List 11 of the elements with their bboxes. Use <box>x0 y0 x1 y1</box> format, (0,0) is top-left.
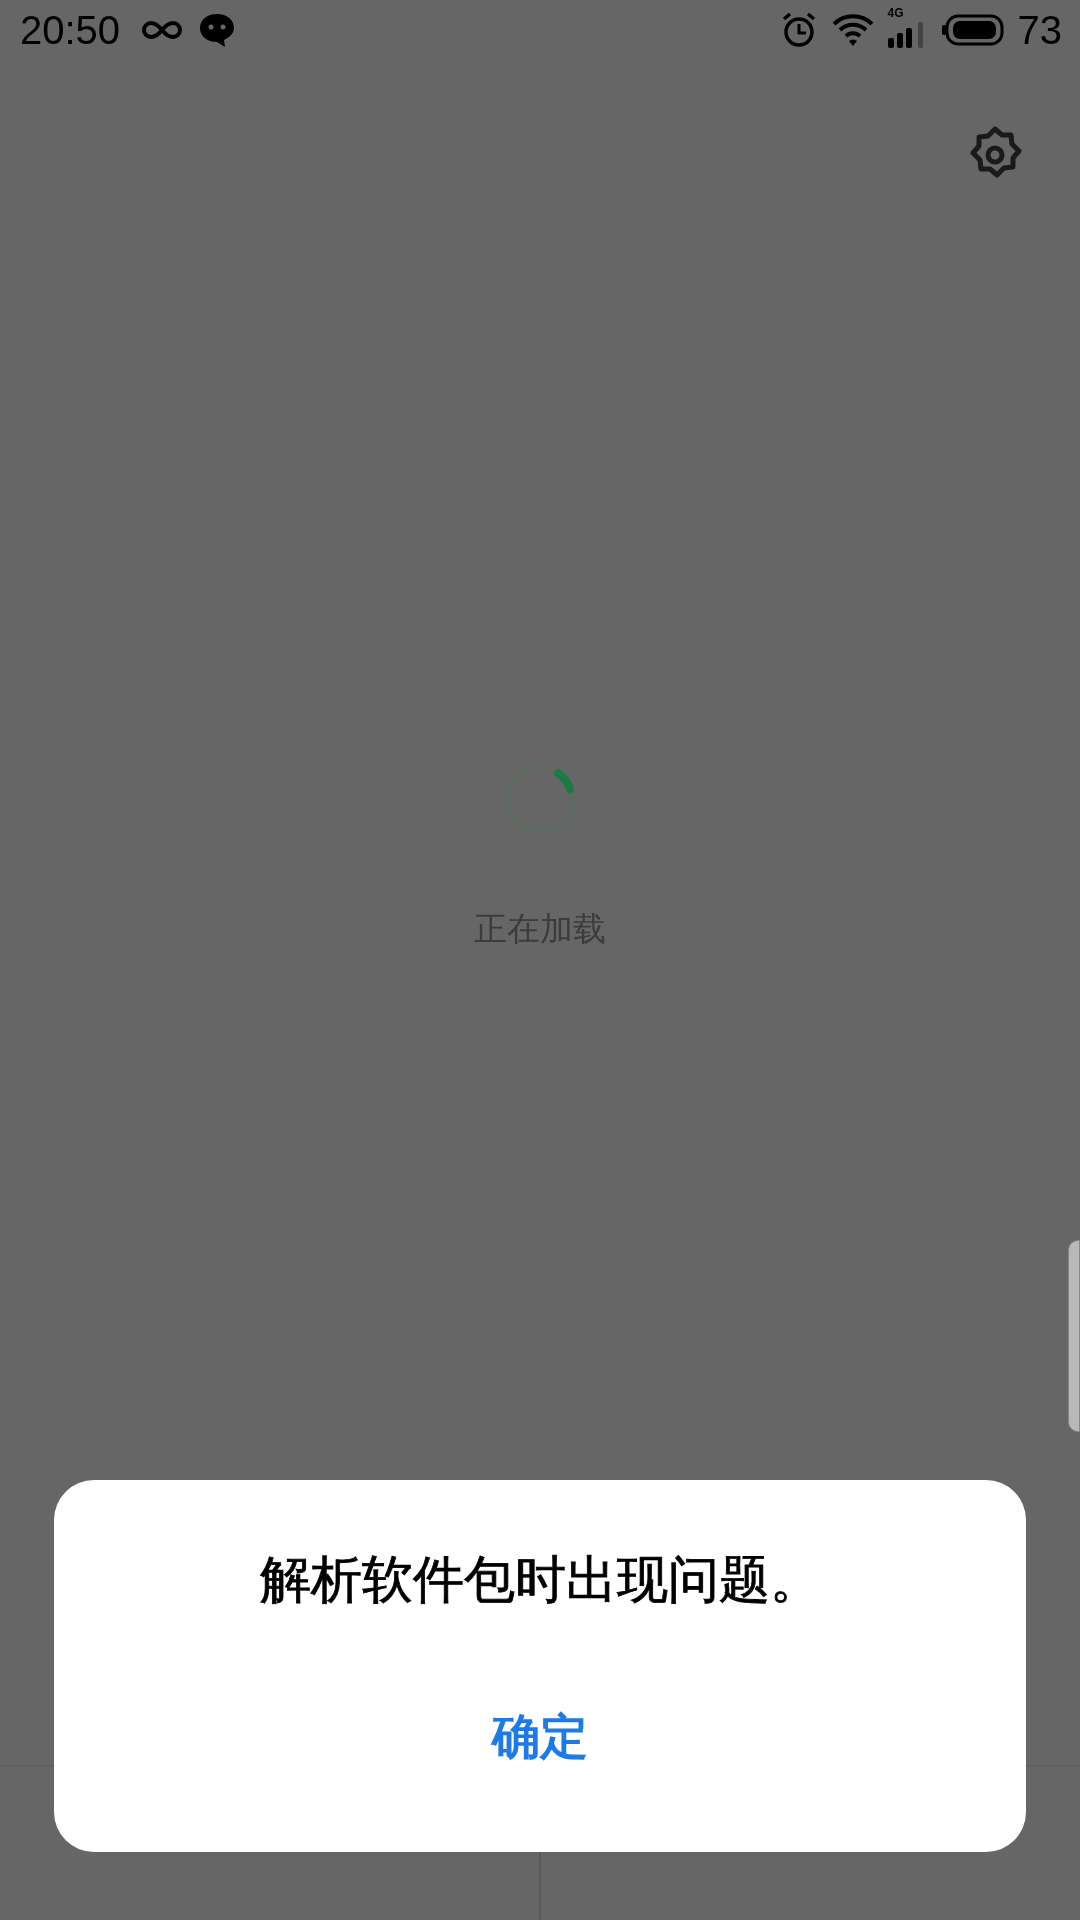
dialog-message: 解析软件包时出现问题。 <box>259 1549 821 1611</box>
battery-icon <box>941 14 1004 46</box>
side-handle[interactable] <box>1068 1240 1080 1432</box>
loading-spinner-icon <box>504 763 576 835</box>
chat-bubble-icon <box>198 12 237 48</box>
confirm-button[interactable]: 确定 <box>452 1695 628 1779</box>
infinity-icon <box>140 18 185 42</box>
network-label: 4G <box>887 6 904 20</box>
battery-level: 73 <box>1017 7 1062 53</box>
wifi-icon <box>831 13 874 47</box>
status-time: 20:50 <box>20 7 121 53</box>
